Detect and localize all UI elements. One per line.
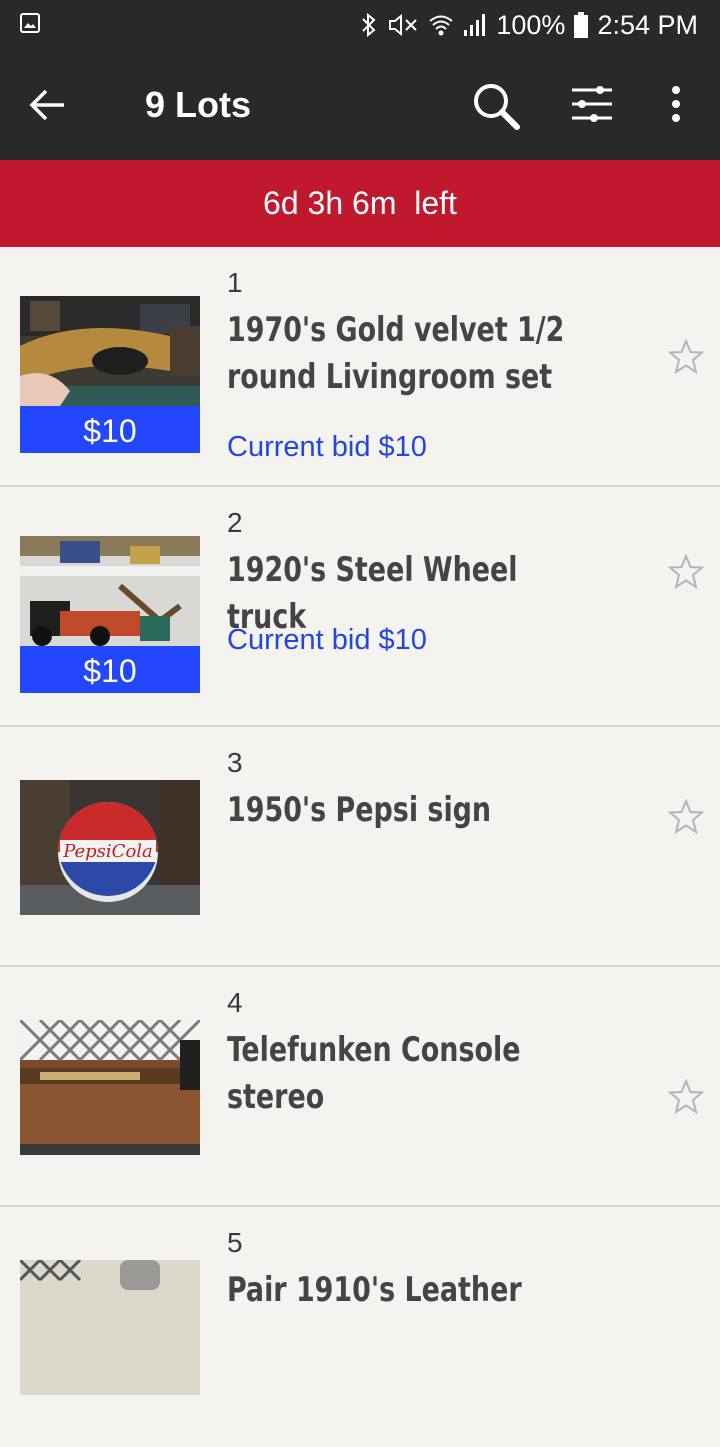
status-bar: 100% 2:54 PM	[0, 0, 720, 50]
battery-percent: 100%	[496, 9, 566, 40]
filter-sliders-icon[interactable]	[570, 84, 614, 124]
lot-number: 5	[227, 1227, 243, 1258]
more-options-icon[interactable]	[664, 84, 688, 124]
lot-number: 1	[227, 267, 243, 298]
lot-title: 1970's Gold velvet 1/2 round Livingroom …	[227, 310, 565, 397]
star-watch-icon[interactable]	[668, 1079, 704, 1115]
star-watch-icon[interactable]	[668, 339, 704, 375]
lot-item[interactable]: $10 1 1970's Gold velvet 1/2 round Livin…	[0, 247, 720, 487]
lot-item[interactable]: 5 Pair 1910's Leather	[0, 1207, 720, 1447]
app-bar: 9 Lots	[0, 50, 720, 160]
page-title: 9 Lots	[145, 84, 252, 125]
svg-text:PepsiCola: PepsiCola	[62, 841, 153, 862]
lot-thumbnail[interactable]: $10	[20, 296, 200, 453]
lot-thumbnail[interactable]	[20, 1260, 200, 1395]
price-badge: $10	[20, 646, 200, 693]
lot-title: Pair 1910's Leather	[227, 1270, 522, 1310]
time-left-banner: 6d 3h 6m left	[0, 160, 720, 247]
lot-title: Telefunken Console stereo	[227, 1030, 521, 1117]
lot-number: 2	[227, 507, 243, 538]
lot-thumbnail[interactable]: $10	[20, 536, 200, 693]
lot-thumbnail[interactable]	[20, 1020, 200, 1155]
lot-list: $10 1 1970's Gold velvet 1/2 round Livin…	[0, 247, 720, 1447]
star-watch-icon[interactable]	[668, 554, 704, 590]
back-arrow-icon[interactable]	[28, 87, 66, 123]
lot-item[interactable]: $10 2 1920's Steel Wheel truck Current b…	[0, 487, 720, 727]
lot-title: 1950's Pepsi sign	[227, 790, 492, 830]
gallery-notification-icon	[20, 13, 40, 33]
price-badge: $10	[20, 406, 200, 453]
wifi-icon	[429, 15, 454, 36]
lot-item[interactable]: 4 Telefunken Console stereo	[0, 967, 720, 1207]
battery-icon	[574, 12, 589, 38]
current-bid: Current bid $10	[227, 431, 427, 463]
lot-thumbnail[interactable]: PepsiCola	[20, 780, 200, 915]
star-watch-icon[interactable]	[668, 799, 704, 835]
search-icon[interactable]	[472, 82, 520, 130]
current-bid: Current bid $10	[227, 624, 427, 656]
bluetooth-icon	[362, 12, 376, 38]
lot-number: 4	[227, 987, 243, 1018]
clock: 2:54 PM	[597, 9, 698, 40]
mute-icon	[389, 13, 418, 37]
signal-icon	[464, 14, 486, 36]
lot-item[interactable]: PepsiCola 3 1950's Pepsi sign	[0, 727, 720, 967]
lot-number: 3	[227, 747, 243, 778]
